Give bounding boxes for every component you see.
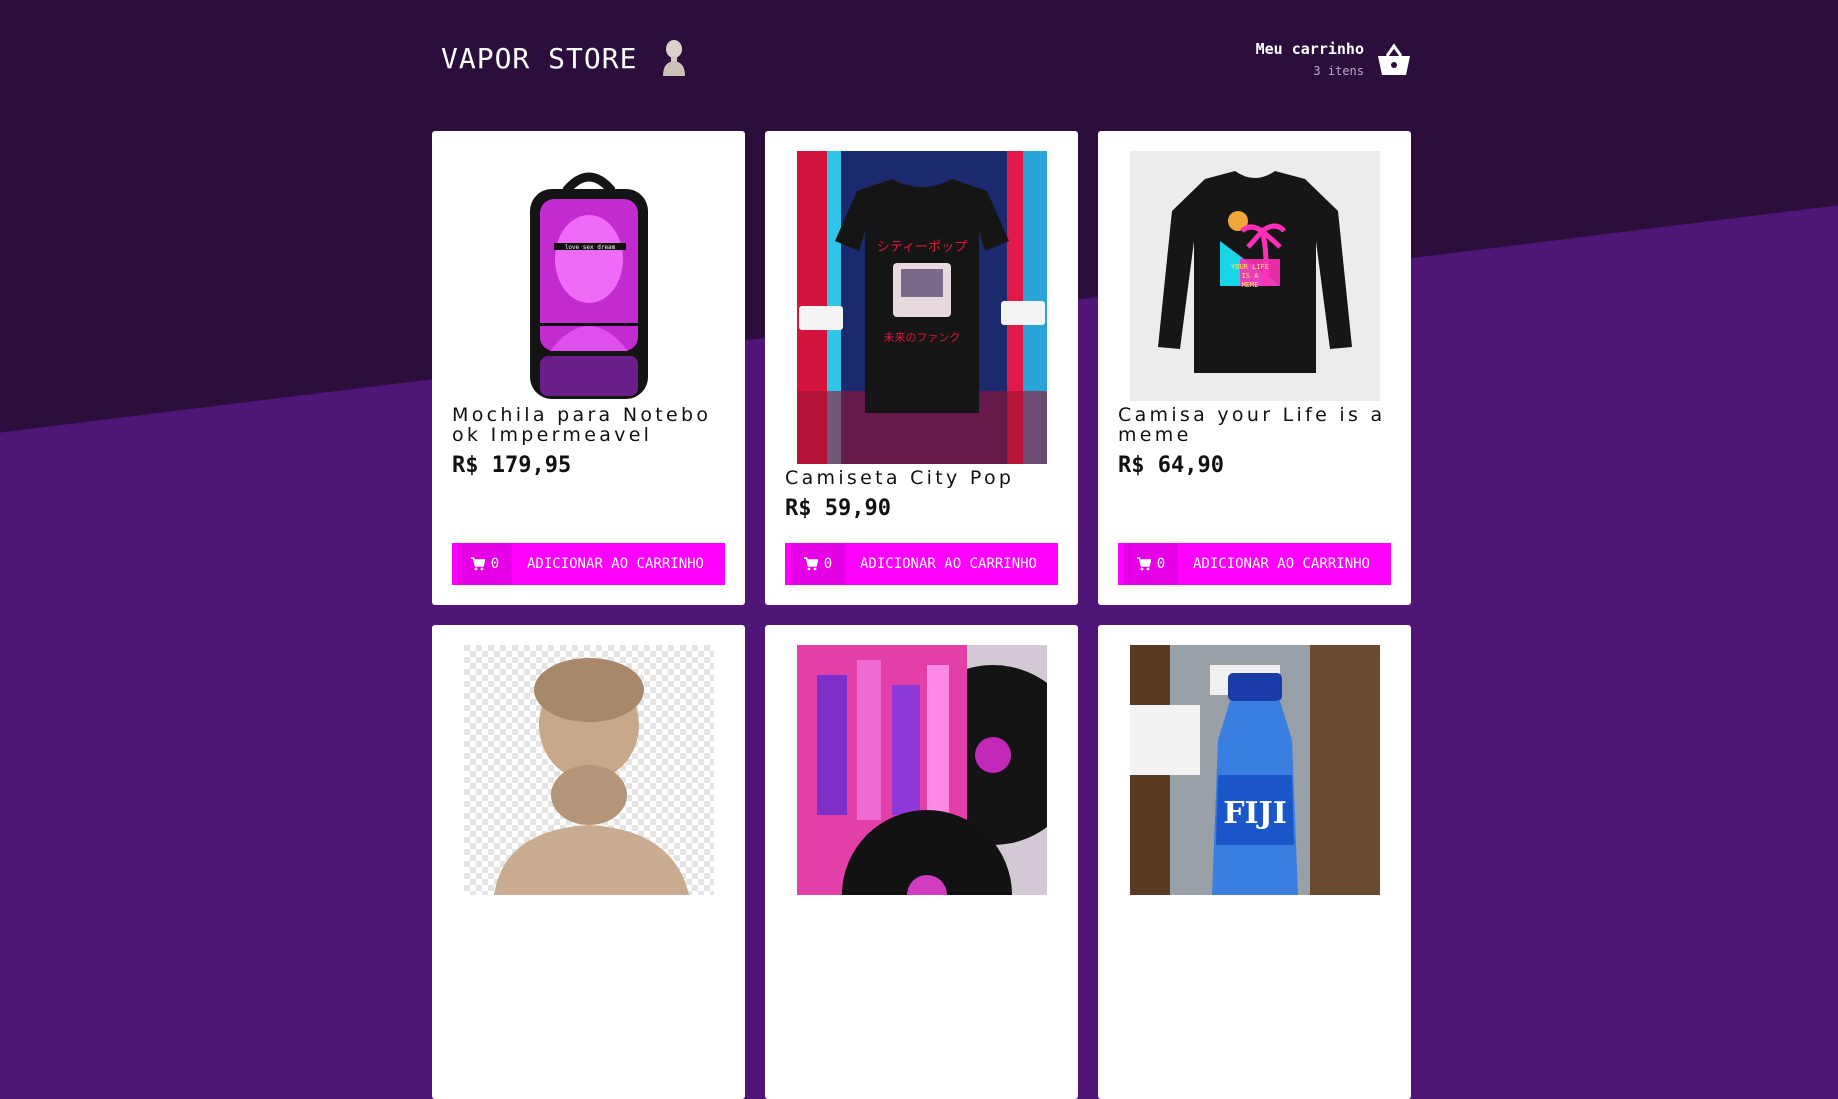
- product-card: [432, 625, 745, 1099]
- product-grid: love sex dream Mochila para Notebook Imp…: [432, 131, 1411, 1099]
- cart-quantity: 0: [791, 543, 845, 585]
- add-to-cart-button[interactable]: 0 ADICIONAR AO CARRINHO: [785, 543, 1058, 585]
- cart-item-count: 3 itens: [1313, 64, 1364, 78]
- city-pop-tshirt-image[interactable]: シティーポップ 未来のファンク: [796, 151, 1047, 464]
- marble-bust-image[interactable]: [463, 645, 714, 895]
- product-card: シティーポップ 未来のファンク Camiseta City Pop R$ 59,…: [765, 131, 1078, 605]
- svg-text:YOUR LIFE: YOUR LIFE: [1231, 263, 1269, 271]
- product-name: Camiseta City Pop: [785, 467, 1015, 489]
- longsleeve-shirt-image[interactable]: YOUR LIFE IS A MEME: [1129, 151, 1380, 401]
- product-name: Camisa your Life is a meme: [1118, 404, 1386, 446]
- svg-text:love sex dream: love sex dream: [564, 244, 615, 251]
- basket-icon[interactable]: [1376, 42, 1412, 78]
- brand[interactable]: VAPOR STORE: [441, 38, 689, 78]
- vinyl-record-image[interactable]: [796, 645, 1047, 895]
- add-to-cart-button[interactable]: 0 ADICIONAR AO CARRINHO: [1118, 543, 1391, 585]
- svg-text:IS A: IS A: [1241, 272, 1259, 280]
- product-card: love sex dream Mochila para Notebook Imp…: [432, 131, 745, 605]
- site-header: VAPOR STORE Meu carrinho 3 itens: [0, 0, 1838, 120]
- cart-summary[interactable]: Meu carrinho 3 itens: [1256, 40, 1412, 78]
- svg-text:シティーポップ: シティーポップ: [876, 240, 966, 255]
- add-to-cart-button[interactable]: 0 ADICIONAR AO CARRINHO: [452, 543, 725, 585]
- water-bottle-image[interactable]: FIJI: [1129, 645, 1380, 895]
- cart-quantity: 0: [458, 543, 512, 585]
- bust-icon: [663, 40, 686, 76]
- cart-quantity-value: 0: [490, 556, 500, 572]
- backpack-image[interactable]: love sex dream: [463, 151, 714, 401]
- product-price: R$ 179,95: [452, 453, 572, 478]
- svg-text:MEME: MEME: [1241, 281, 1258, 289]
- cart-quantity-value: 0: [1156, 556, 1166, 572]
- product-price: R$ 59,90: [785, 496, 891, 521]
- shopping-cart-icon: [1136, 557, 1151, 571]
- add-to-cart-label: ADICIONAR AO CARRINHO: [526, 556, 704, 572]
- svg-text:未来のファンク: 未来のファンク: [883, 331, 960, 344]
- product-price: R$ 64,90: [1118, 453, 1224, 478]
- product-name: Mochila para Notebook Impermeavel: [452, 404, 712, 446]
- svg-text:FIJI: FIJI: [1223, 796, 1287, 831]
- cart-quantity-value: 0: [823, 556, 833, 572]
- store-title: VAPOR STORE: [441, 41, 638, 75]
- shopping-cart-icon: [470, 557, 485, 571]
- product-card: YOUR LIFE IS A MEME Camisa your Life is …: [1098, 131, 1411, 605]
- product-card: FIJI: [1098, 625, 1411, 1099]
- product-card: [765, 625, 1078, 1099]
- add-to-cart-label: ADICIONAR AO CARRINHO: [1192, 556, 1370, 572]
- add-to-cart-label: ADICIONAR AO CARRINHO: [859, 556, 1037, 572]
- cart-quantity: 0: [1124, 543, 1178, 585]
- cart-title: Meu carrinho: [1255, 40, 1364, 58]
- shopping-cart-icon: [803, 557, 818, 571]
